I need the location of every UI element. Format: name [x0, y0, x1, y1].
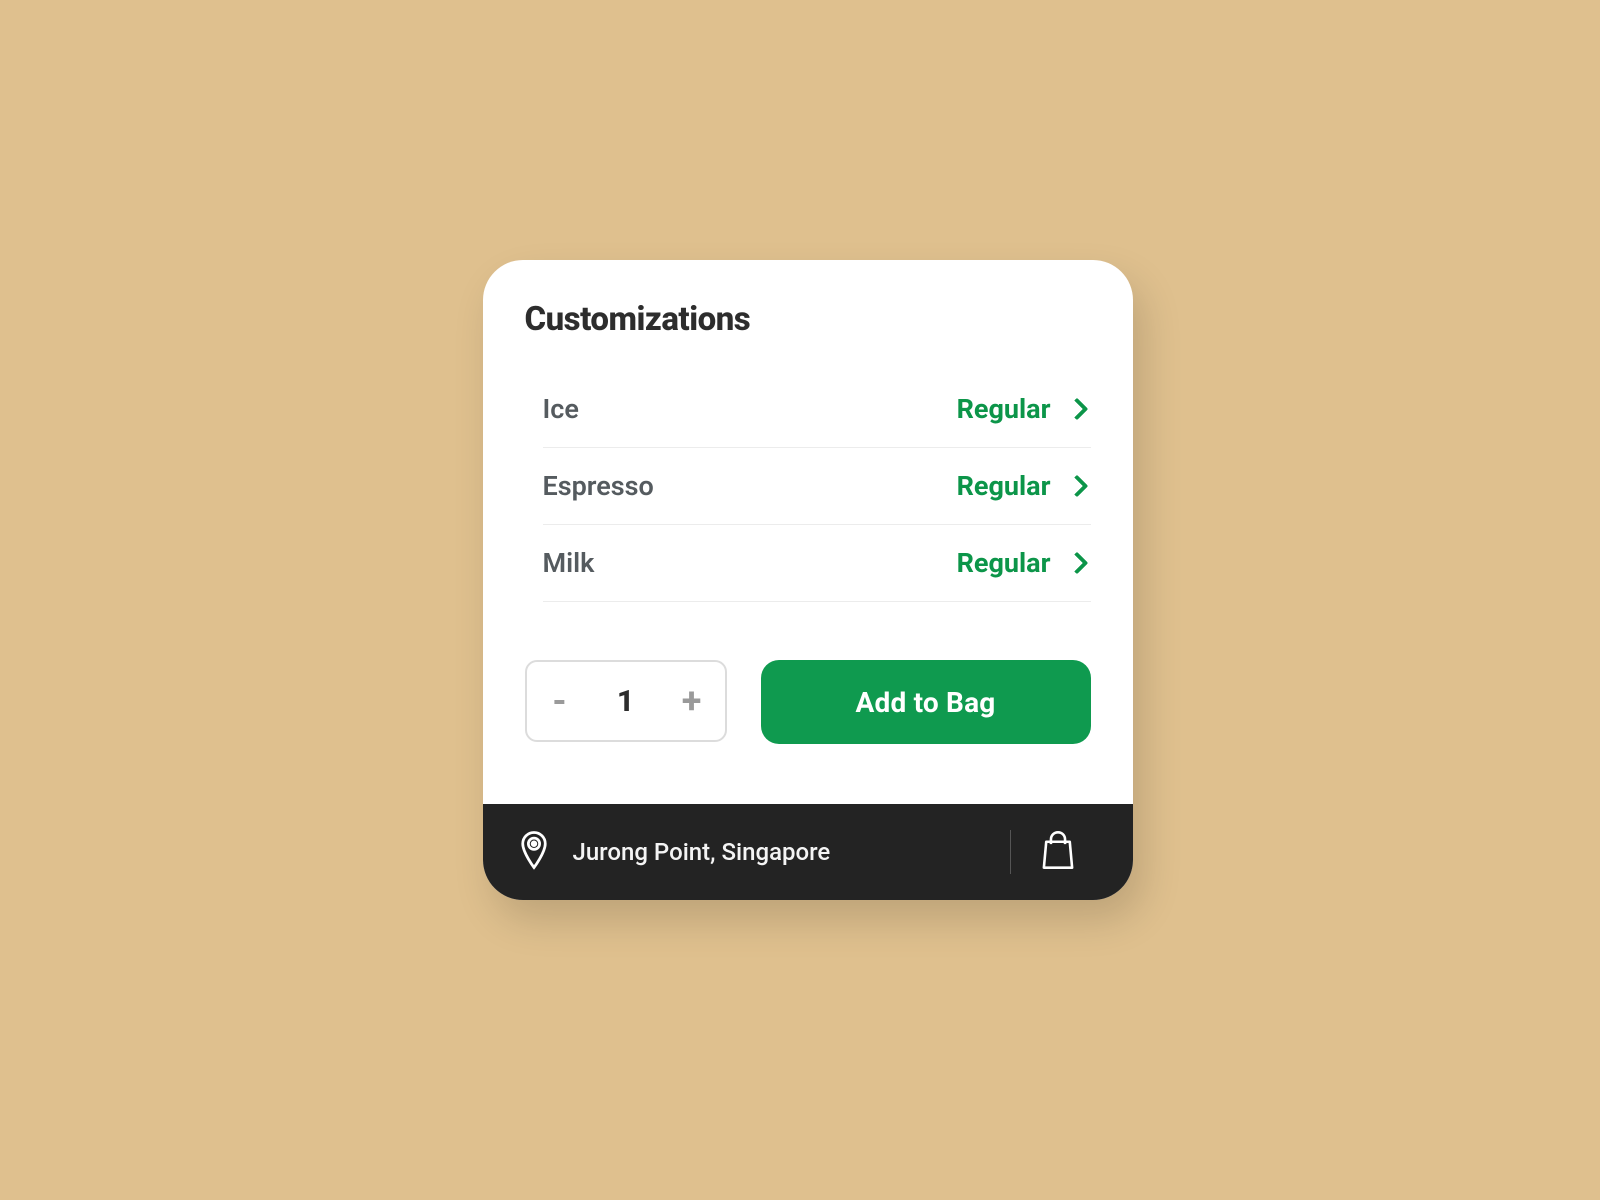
option-label: Espresso: [543, 470, 654, 502]
chevron-right-icon: [1065, 475, 1088, 498]
shopping-bag-icon: [1039, 855, 1077, 874]
footer-divider: [1010, 830, 1011, 874]
option-label: Ice: [543, 393, 579, 425]
chevron-right-icon: [1065, 398, 1088, 421]
option-label: Milk: [543, 547, 595, 579]
option-right: Regular: [957, 547, 1091, 579]
option-value: Regular: [957, 547, 1051, 579]
location-pin-icon: [519, 830, 549, 874]
customizations-heading: Customizations: [525, 300, 1091, 339]
quantity-plus-button[interactable]: +: [677, 680, 707, 722]
option-right: Regular: [957, 470, 1091, 502]
option-value: Regular: [957, 393, 1051, 425]
location-text: Jurong Point, Singapore: [573, 838, 831, 866]
option-right: Regular: [957, 393, 1091, 425]
footer-bar: Jurong Point, Singapore: [483, 804, 1133, 900]
quantity-minus-button[interactable]: -: [545, 680, 575, 722]
customization-row-espresso[interactable]: Espresso Regular: [543, 448, 1091, 525]
card-content: Customizations Ice Regular Espresso Regu…: [483, 260, 1133, 804]
footer-location[interactable]: Jurong Point, Singapore: [519, 830, 1010, 874]
quantity-stepper: - 1 +: [525, 660, 727, 742]
customization-options-list: Ice Regular Espresso Regular Milk Regula…: [543, 371, 1091, 602]
add-to-bag-button[interactable]: Add to Bag: [761, 660, 1091, 744]
customization-card: Customizations Ice Regular Espresso Regu…: [483, 260, 1133, 900]
quantity-value: 1: [617, 684, 634, 719]
customization-row-ice[interactable]: Ice Regular: [543, 371, 1091, 448]
chevron-right-icon: [1065, 552, 1088, 575]
customization-row-milk[interactable]: Milk Regular: [543, 525, 1091, 602]
actions-row: - 1 + Add to Bag: [525, 660, 1091, 744]
option-value: Regular: [957, 470, 1051, 502]
shopping-bag-button[interactable]: [1039, 830, 1097, 874]
